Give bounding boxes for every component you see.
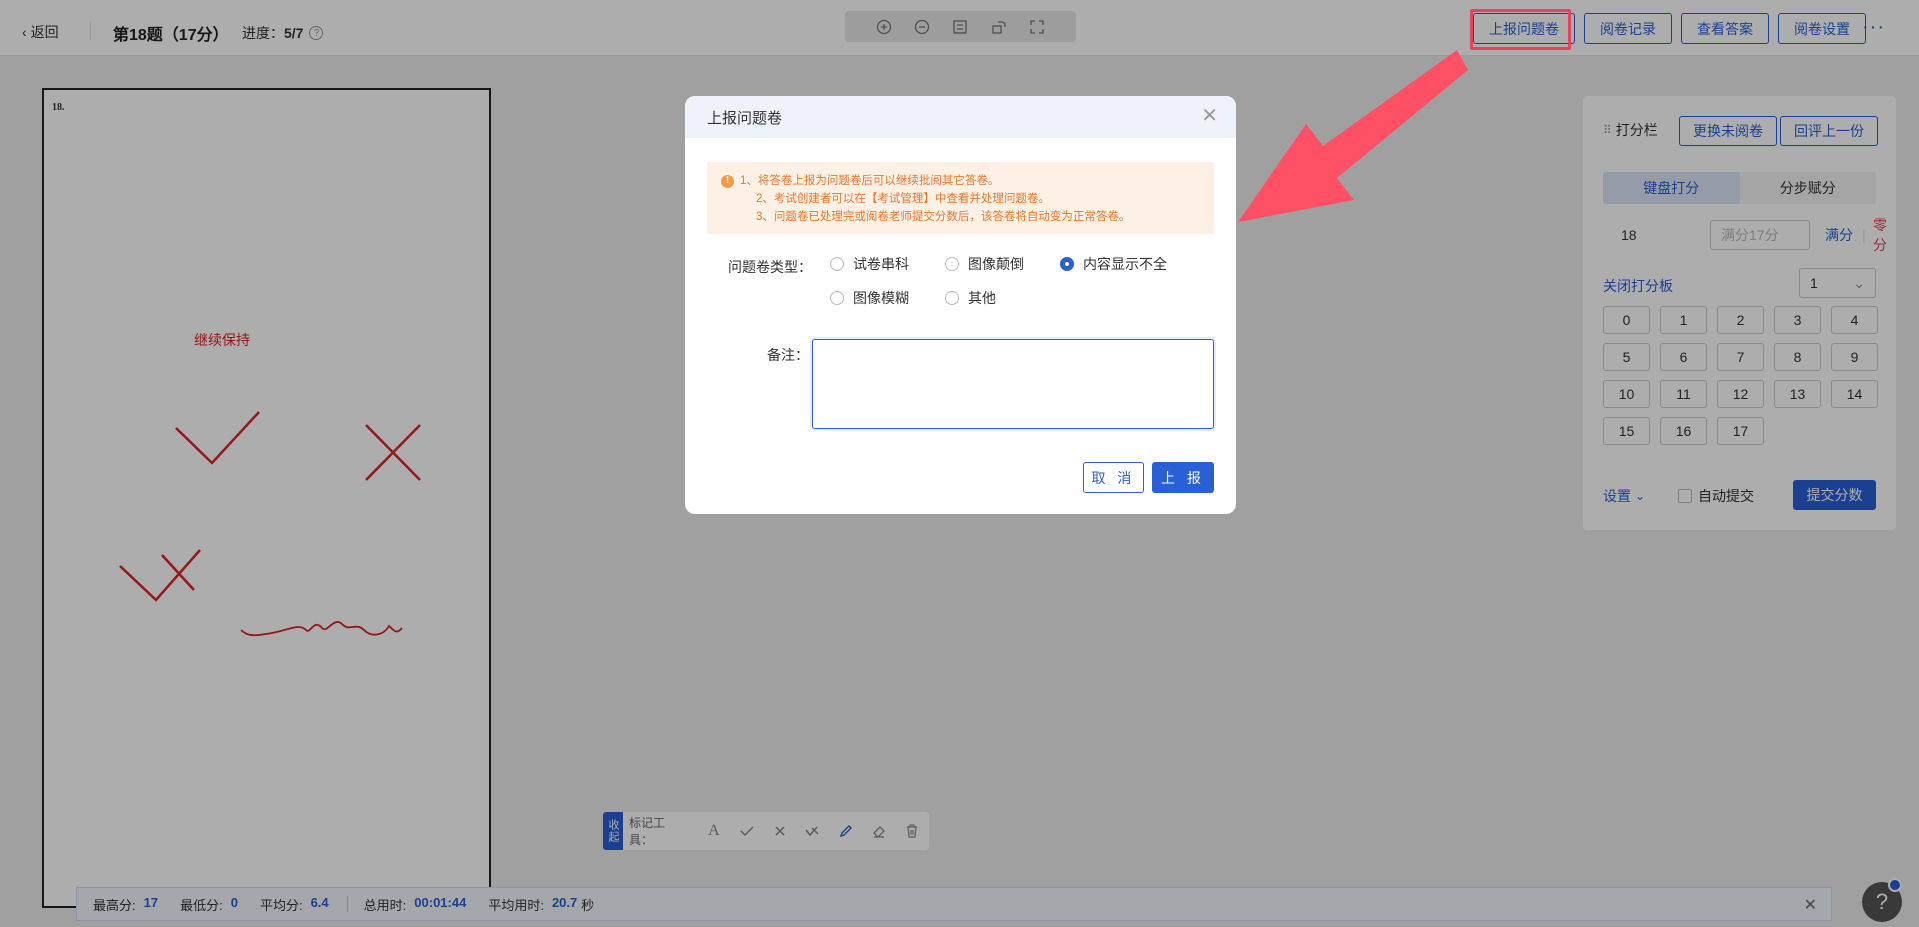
problem-type-label: 问题卷类型： [728, 259, 812, 275]
radio-circle[interactable] [945, 257, 959, 271]
radio-circle-selected[interactable] [1060, 257, 1074, 271]
radio-option[interactable]: 其他 [945, 288, 996, 308]
radio-circle[interactable] [945, 291, 959, 305]
remark-textarea[interactable] [812, 339, 1214, 429]
notice-text: 1、将答卷上报为问题卷后可以继续批阅其它答卷。 [740, 175, 1000, 187]
radio-circle[interactable] [830, 291, 844, 305]
notice-line: 3、问题卷已处理完或阅卷老师提交分数后，该答卷将自动变为正常答卷。 [756, 211, 1131, 223]
notice-line: 2、考试创建者可以在【考试管理】中查看并处理问题卷。 [756, 193, 1050, 205]
radio-label: 其他 [968, 290, 996, 306]
radio-label: 试卷串科 [853, 256, 909, 272]
radio-option[interactable]: 图像模糊 [830, 288, 909, 308]
radio-circle[interactable] [830, 257, 844, 271]
dialog-header: 上报问题卷 ✕ [685, 96, 1236, 138]
radio-label: 图像颠倒 [968, 256, 1024, 272]
notice-line: ! 1、将答卷上报为问题卷后可以继续批阅其它答卷。 [721, 172, 1214, 190]
highlight-box [1470, 9, 1571, 50]
radio-option[interactable]: 图像颠倒 [945, 254, 1024, 274]
cancel-button[interactable]: 取 消 [1083, 462, 1144, 493]
notice-box: ! 1、将答卷上报为问题卷后可以继续批阅其它答卷。 2、考试创建者可以在【考试管… [707, 162, 1214, 234]
radio-option[interactable]: 试卷串科 [830, 254, 909, 274]
radio-label: 图像模糊 [853, 290, 909, 306]
remark-label: 备注： [767, 347, 809, 363]
radio-label: 内容显示不全 [1083, 256, 1167, 272]
warning-icon: ! [721, 174, 734, 188]
submit-report-button[interactable]: 上 报 [1152, 462, 1214, 493]
report-problem-dialog: 上报问题卷 ✕ ! 1、将答卷上报为问题卷后可以继续批阅其它答卷。 2、考试创建… [685, 96, 1236, 514]
dialog-title: 上报问题卷 [707, 109, 783, 127]
radio-option-selected[interactable]: 内容显示不全 [1060, 254, 1167, 274]
close-icon[interactable]: ✕ [1201, 106, 1218, 126]
